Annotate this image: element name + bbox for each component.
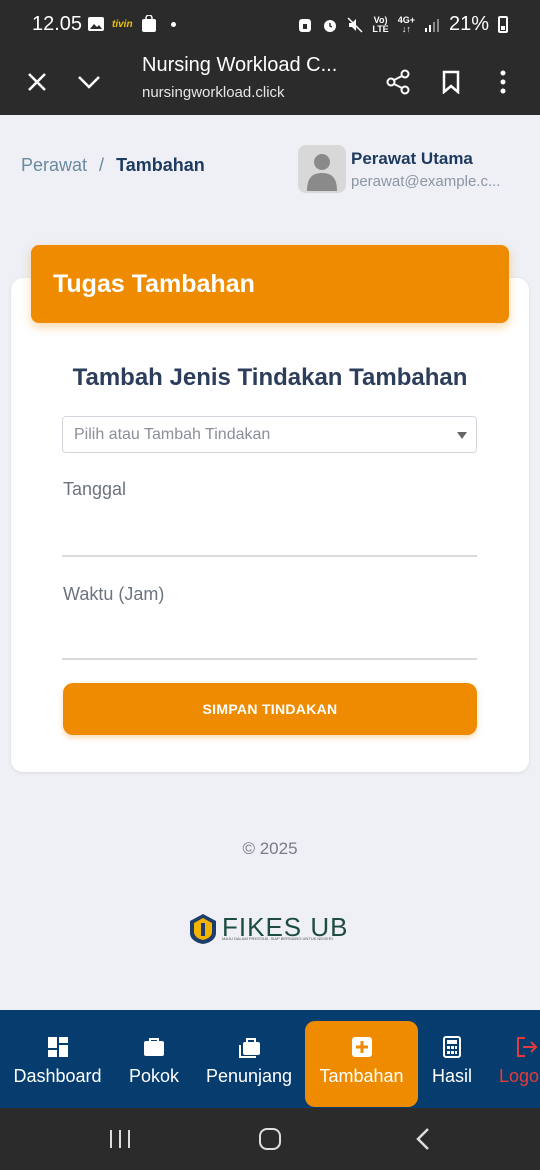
signal-icon	[424, 18, 439, 32]
more-vertical-icon	[500, 70, 506, 94]
nav-item-logout[interactable]: Logo	[486, 1010, 540, 1108]
logo-tagline: MAJU DALAM PRESTASI, SIAP BERSAING UNTUK…	[222, 936, 333, 941]
bookmark-button[interactable]	[431, 62, 471, 102]
recent-apps-button[interactable]	[100, 1122, 140, 1156]
breadcrumb-current: Tambahan	[116, 155, 205, 175]
close-icon	[28, 73, 46, 91]
time-field[interactable]	[62, 610, 477, 658]
nav-label-penunjang: Penunjang	[205, 1066, 293, 1086]
nav-label-hasil: Hasil	[431, 1066, 472, 1086]
share-icon	[386, 69, 410, 95]
action-select[interactable]: Pilih atau Tambah Tindakan	[62, 416, 477, 453]
system-icons: Vo) LTE 4G+ ↓↑ 21%	[297, 13, 508, 36]
nav-item-penunjang[interactable]: Penunjang	[193, 1010, 305, 1108]
system-navigation-bar	[0, 1108, 540, 1170]
breadcrumb-separator: /	[99, 155, 105, 175]
date-field-underline	[62, 555, 477, 557]
alarm-icon	[324, 19, 337, 32]
user-email: perawat@example.c...	[351, 173, 501, 190]
home-icon	[259, 1128, 281, 1150]
mute-icon	[347, 16, 363, 33]
volte-indicator: Vo) LTE	[372, 15, 389, 34]
minimize-button[interactable]	[69, 62, 109, 102]
university-emblem-icon	[190, 914, 216, 944]
time-field-underline	[62, 658, 477, 660]
nav-item-tambahan[interactable]: Tambahan	[305, 1021, 418, 1107]
battery-percent: 21%	[448, 13, 489, 35]
shopping-bag-icon	[141, 15, 156, 32]
bottom-nav: Dashboard Pokok Penunjang Tambahan Hasil…	[0, 1010, 540, 1108]
lte-text: LTE	[372, 23, 389, 34]
browser-toolbar: Nursing Workload C... nursingworkload.cl…	[0, 48, 540, 115]
page-title: Nursing Workload C...	[142, 54, 338, 76]
more-options-button[interactable]	[483, 62, 523, 102]
date-label: Tanggal	[63, 479, 127, 499]
status-bar: 12.05 tivin Vo) LTE 4G+ ↓↑ 21%	[0, 0, 540, 48]
chevron-down-icon	[78, 76, 100, 89]
close-tab-button[interactable]	[17, 62, 57, 102]
caret-down-icon	[457, 432, 467, 439]
dashboard-icon	[47, 1037, 68, 1057]
user-name: Perawat Utama	[351, 149, 473, 168]
back-button[interactable]	[402, 1122, 442, 1156]
more-notifications-dot	[170, 21, 176, 27]
nav-label-pokok: Pokok	[128, 1066, 180, 1086]
time-label: Waktu (Jam)	[63, 584, 165, 604]
share-button[interactable]	[378, 62, 418, 102]
nav-item-hasil[interactable]: Hasil	[418, 1010, 486, 1108]
date-field[interactable]	[62, 505, 477, 555]
select-placeholder: Pilih atau Tambah Tindakan	[74, 426, 271, 443]
breadcrumb-parent[interactable]: Perawat	[21, 155, 87, 175]
status-time: 12.05	[32, 13, 83, 35]
nav-label-dashboard: Dashboard	[13, 1066, 102, 1086]
copyright: © 2025	[242, 839, 298, 858]
logout-icon	[517, 1037, 538, 1057]
network-type-indicator: 4G+ ↓↑	[397, 14, 415, 34]
page-url[interactable]: nursingworkload.click	[142, 84, 285, 101]
back-icon	[416, 1128, 429, 1150]
home-button[interactable]	[250, 1122, 290, 1156]
fikes-ub-logo: FIKES UB MAJU DALAM PRESTASI, SIAP BERSA…	[188, 911, 353, 947]
battery-icon	[498, 16, 508, 33]
lock-icon	[299, 18, 312, 32]
bookmark-icon	[442, 70, 460, 94]
save-action-button[interactable]: SIMPAN TINDAKAN	[63, 683, 477, 735]
app-notification-icon: tivin	[112, 18, 133, 30]
notification-icons: tivin	[88, 15, 176, 33]
plus-square-icon	[351, 1037, 372, 1057]
breadcrumb: Perawat / Tambahan	[21, 155, 205, 176]
nav-label-tambahan: Tambahan	[319, 1066, 404, 1086]
gallery-icon	[88, 17, 104, 31]
recent-apps-icon	[110, 1130, 130, 1148]
nav-item-pokok[interactable]: Pokok	[115, 1010, 193, 1108]
card-header: Tugas Tambahan	[31, 245, 509, 323]
network-type-text: 4G+	[397, 14, 415, 25]
nav-item-dashboard[interactable]: Dashboard	[0, 1010, 115, 1108]
calculator-icon	[443, 1036, 461, 1058]
card-header-title: Tugas Tambahan	[53, 270, 255, 298]
briefcases-icon	[239, 1038, 260, 1058]
nav-label-logout: Logo	[499, 1066, 540, 1086]
user-icon	[307, 154, 337, 191]
briefcase-icon	[144, 1038, 164, 1056]
avatar[interactable]	[298, 145, 346, 193]
form-title: Tambah Jenis Tindakan Tambahan	[72, 364, 468, 391]
